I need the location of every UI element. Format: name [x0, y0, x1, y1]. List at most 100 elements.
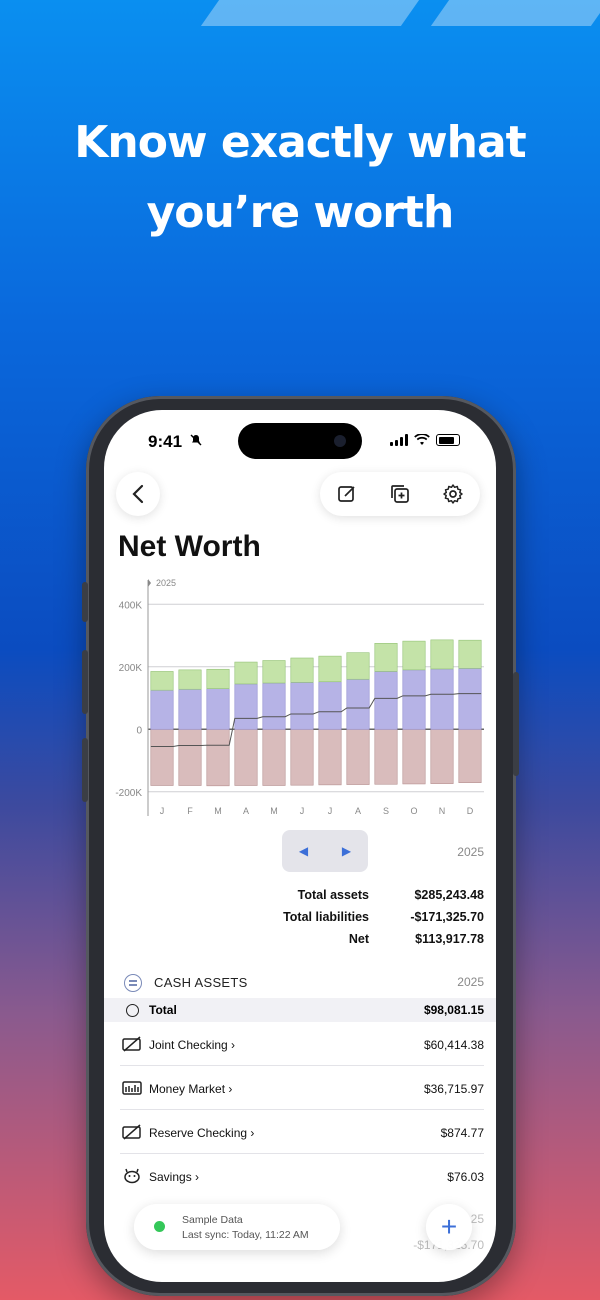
- battery-icon: [436, 434, 460, 446]
- bar-assets: [458, 668, 482, 730]
- status-time: 9:41: [148, 432, 183, 451]
- sync-title: Sample Data: [182, 1214, 243, 1226]
- duplicate-button[interactable]: [388, 482, 412, 506]
- sync-detail: Last sync: Today, 11:22 AM: [182, 1229, 309, 1241]
- x-tick-label: J: [160, 806, 165, 816]
- bar-liabilities: [150, 728, 174, 786]
- bar-assets: [346, 678, 370, 730]
- bar-assets: [150, 689, 174, 730]
- year-marker-icon: [148, 579, 151, 587]
- section-year: 2025: [457, 975, 484, 989]
- x-tick-label: A: [355, 806, 361, 816]
- pie-chart-icon: [126, 1004, 139, 1017]
- account-value: $60,414.38: [423, 1038, 484, 1052]
- bar-liabilities: [318, 728, 342, 786]
- dynamic-island: [238, 423, 362, 459]
- bar-liabilities: [262, 728, 286, 786]
- account-value: $36,715.97: [423, 1082, 484, 1096]
- previous-period-button[interactable]: ◀: [299, 844, 308, 858]
- wifi-icon: [414, 434, 430, 445]
- phone-side-button: [82, 582, 88, 622]
- account-name: Money Market ›: [149, 1082, 233, 1096]
- y-tick-label: 200K: [119, 663, 143, 674]
- bar-liabilities: [430, 728, 454, 784]
- cash-assets-header[interactable]: CASH ASSETS 2025: [104, 972, 496, 994]
- filter-list-icon: [124, 974, 142, 992]
- bar-other-assets: [206, 668, 230, 689]
- headline-line-2: you’re worth: [146, 187, 455, 238]
- bar-other-assets: [430, 639, 454, 670]
- account-name: Savings ›: [149, 1170, 200, 1184]
- account-row-savings[interactable]: Savings › $76.03: [104, 1154, 496, 1198]
- account-row-money-market[interactable]: Money Market › $36,715.97: [104, 1066, 496, 1110]
- cash-total-row: Total $98,081.15: [104, 998, 496, 1022]
- bar-other-assets: [374, 643, 398, 672]
- phone-screen: 9:41 Net Worth 400K 200K 0 -200K 2025 J F M A M J J…: [104, 410, 496, 1282]
- account-name: Joint Checking ›: [149, 1038, 236, 1052]
- total-label: Total: [149, 1003, 177, 1017]
- bar-other-assets: [402, 640, 426, 671]
- account-row-joint-checking[interactable]: Joint Checking › $60,414.38: [104, 1022, 496, 1066]
- bar-other-assets: [318, 655, 342, 683]
- gear-icon: [443, 484, 464, 504]
- net-worth-chart[interactable]: 400K 200K 0 -200K 2025 J F M A M J J A S O N D: [104, 570, 496, 820]
- summary-value: -$171,325.70: [410, 910, 484, 924]
- bar-other-assets: [458, 639, 482, 669]
- summary-row: Net $113,917.78: [104, 932, 496, 950]
- status-icons: [390, 434, 460, 446]
- bar-liabilities: [374, 728, 398, 785]
- x-tick-label: J: [300, 806, 305, 816]
- sync-status-dot: [154, 1221, 165, 1232]
- y-tick-label: 0: [136, 725, 142, 736]
- bar-liabilities: [234, 728, 258, 786]
- summary-value: $113,917.78: [415, 932, 484, 946]
- edit-button[interactable]: [335, 482, 359, 506]
- x-tick-label: F: [187, 806, 193, 816]
- x-tick-label: S: [383, 806, 389, 816]
- add-copy-icon: [391, 485, 409, 503]
- bell-slash-icon: [190, 434, 202, 449]
- summary-label: Total assets: [297, 888, 369, 902]
- bar-other-assets: [262, 660, 286, 684]
- back-button[interactable]: [116, 472, 160, 516]
- bar-liabilities: [402, 728, 426, 785]
- x-tick-label: A: [243, 806, 249, 816]
- add-button[interactable]: +: [426, 1204, 472, 1250]
- account-value: $874.77: [440, 1126, 484, 1140]
- bar-assets: [178, 688, 202, 730]
- piggy-icon: [124, 1168, 140, 1184]
- pager-year: 2025: [457, 845, 484, 859]
- bar-liabilities: [178, 728, 202, 786]
- y-tick-label: 400K: [119, 600, 143, 611]
- bar-assets: [430, 668, 454, 730]
- x-tick-label: D: [467, 806, 474, 816]
- bar-other-assets: [290, 657, 314, 683]
- x-tick-label: M: [214, 806, 222, 816]
- bar-liabilities: [290, 728, 314, 786]
- card-icon: [122, 1036, 141, 1052]
- bar-assets: [374, 671, 398, 730]
- x-tick-label: O: [410, 806, 417, 816]
- account-name: Reserve Checking ›: [149, 1126, 255, 1140]
- next-period-button[interactable]: ▶: [342, 844, 351, 858]
- card-icon: [122, 1124, 141, 1140]
- bar-assets: [402, 669, 426, 730]
- phone-side-button: [513, 672, 519, 776]
- x-tick-label: M: [270, 806, 278, 816]
- sync-status-pill[interactable]: Sample Data Last sync: Today, 11:22 AM: [134, 1204, 340, 1250]
- bar-liabilities: [346, 728, 370, 785]
- faded-year: 25: [470, 1212, 484, 1226]
- account-value: $76.03: [447, 1170, 484, 1184]
- promo-headline: Know exactly what you’re worth: [0, 108, 600, 248]
- bar-assets: [290, 682, 314, 730]
- page-title: Net Worth: [118, 530, 261, 563]
- bar-other-assets: [150, 671, 174, 691]
- bar-other-assets: [346, 652, 370, 680]
- account-row-reserve-checking[interactable]: Reserve Checking › $874.77: [104, 1110, 496, 1154]
- headline-line-1: Know exactly what: [74, 117, 526, 168]
- phone-side-button: [82, 650, 88, 714]
- settings-button[interactable]: [441, 482, 465, 506]
- summary-label: Net: [348, 932, 369, 946]
- bar-other-assets: [234, 661, 258, 685]
- compose-icon: [337, 486, 355, 502]
